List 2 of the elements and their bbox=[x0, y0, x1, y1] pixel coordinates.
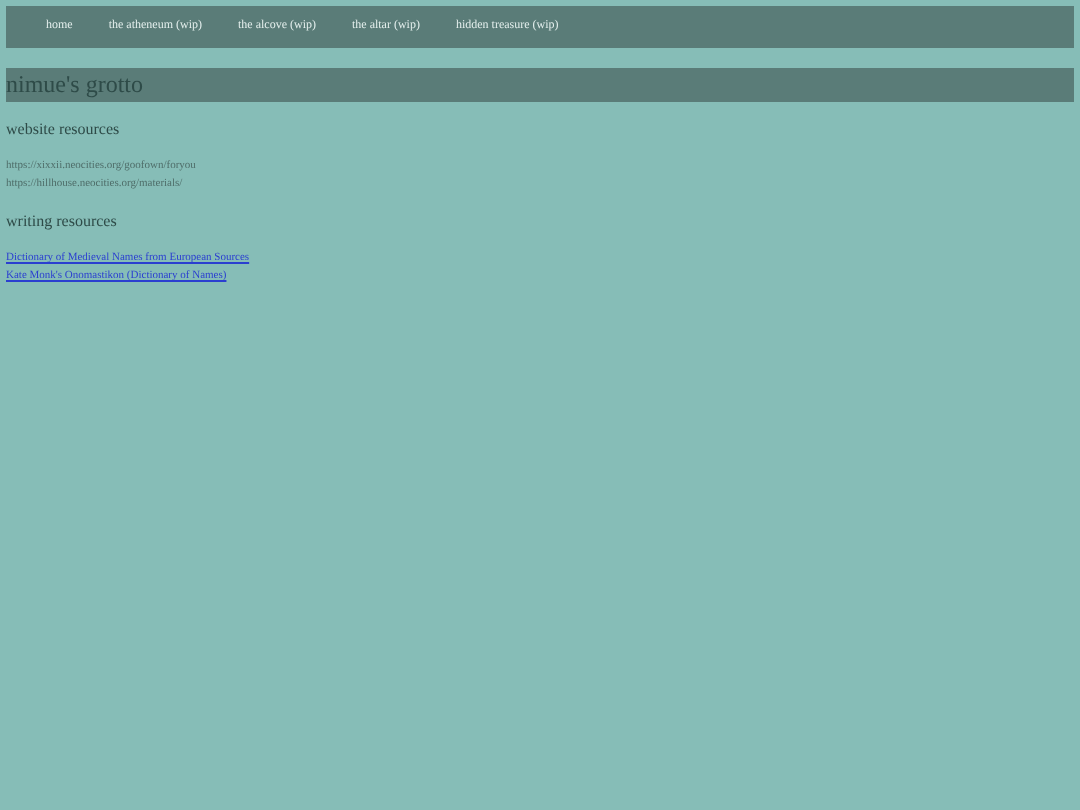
section-heading: writing resources bbox=[6, 210, 119, 234]
section-heading: website resources bbox=[6, 118, 122, 142]
